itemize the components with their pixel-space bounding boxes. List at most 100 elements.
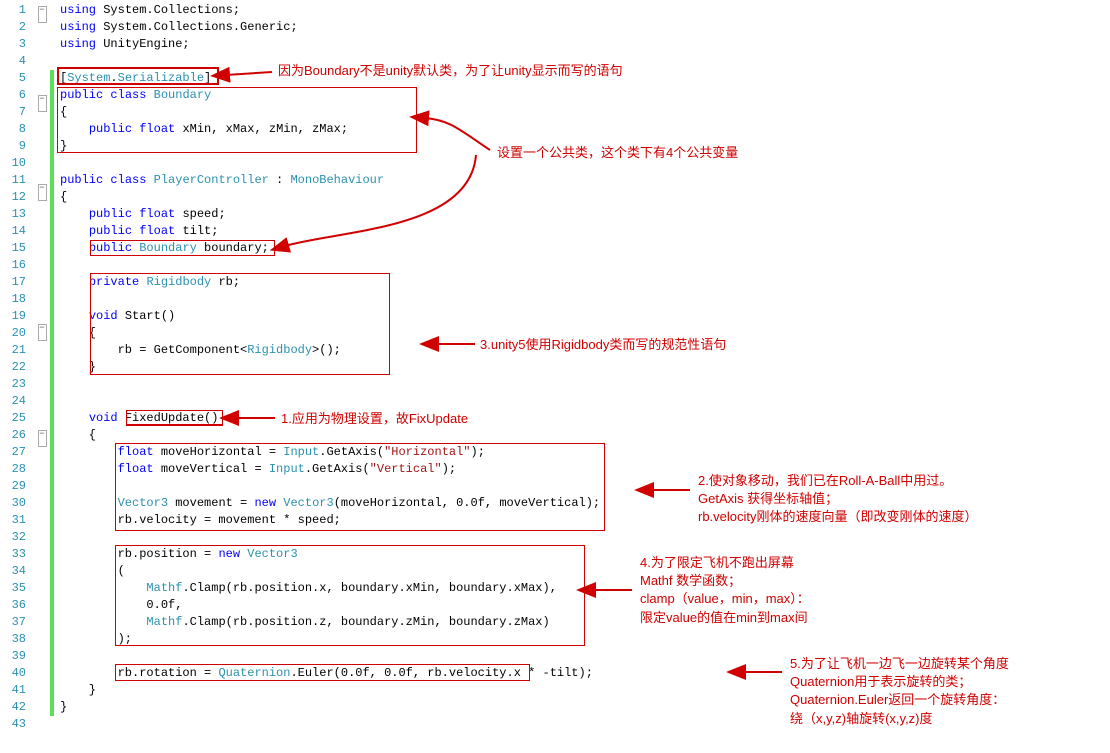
line-number: 41 [0,682,26,699]
code-line[interactable] [60,393,1110,410]
line-number: 38 [0,631,26,648]
fold-cell [34,549,50,566]
line-number: 10 [0,155,26,172]
code-line[interactable] [60,257,1110,274]
code-line[interactable]: void FixedUpdate() [60,410,1110,427]
code-line[interactable]: public float tilt; [60,223,1110,240]
line-number: 32 [0,529,26,546]
fold-cell [34,736,50,753]
code-line[interactable]: public Boundary boundary; [60,240,1110,257]
code-line[interactable]: { [60,325,1110,342]
code-line[interactable] [60,478,1110,495]
code-line[interactable]: rb.position = new Vector3 [60,546,1110,563]
code-line[interactable] [60,155,1110,172]
code-line[interactable] [60,648,1110,665]
code-line[interactable]: using UnityEngine; [60,36,1110,53]
code-line[interactable]: Mathf.Clamp(rb.position.z, boundary.zMin… [60,614,1110,631]
code-line[interactable]: rb.rotation = Quaternion.Euler(0.0f, 0.0… [60,665,1110,682]
code-line[interactable] [60,376,1110,393]
fold-cell [34,23,50,40]
code-line[interactable]: ); [60,631,1110,648]
code-line[interactable]: rb = GetComponent<Rigidbody>(); [60,342,1110,359]
code-line[interactable]: private Rigidbody rb; [60,274,1110,291]
fold-cell [34,163,50,180]
line-number: 9 [0,138,26,155]
code-line[interactable]: Vector3 movement = new Vector3(moveHoriz… [60,495,1110,512]
line-number: 40 [0,665,26,682]
fold-cell [34,617,50,634]
code-line[interactable]: rb.velocity = movement * speed; [60,512,1110,529]
line-number: 33 [0,546,26,563]
code-line[interactable]: float moveVertical = Input.GetAxis("Vert… [60,461,1110,478]
line-number: 26 [0,427,26,444]
fold-cell [34,201,50,218]
code-line[interactable]: Mathf.Clamp(rb.position.x, boundary.xMin… [60,580,1110,597]
line-number: 8 [0,121,26,138]
fold-cell [34,583,50,600]
fold-cell [34,668,50,685]
code-line[interactable]: { [60,427,1110,444]
line-number: 43 [0,716,26,733]
fold-cell [34,409,50,426]
code-editor: 1234567891011121314151617181920212223242… [0,0,1110,727]
fold-cell [34,702,50,719]
line-number: 21 [0,342,26,359]
code-area[interactable]: using System.Collections;using System.Co… [54,0,1110,727]
fold-cell [34,651,50,668]
code-line[interactable]: void Start() [60,308,1110,325]
fold-column[interactable]: − − − − − [34,0,50,727]
code-line[interactable] [60,716,1110,733]
code-line[interactable]: [System.Serializable] [60,70,1110,87]
code-line[interactable]: float moveHorizontal = Input.GetAxis("Ho… [60,444,1110,461]
code-line[interactable] [60,529,1110,546]
fold-toggle-icon[interactable]: − [38,184,47,201]
code-line[interactable]: using System.Collections.Generic; [60,19,1110,36]
code-line[interactable]: using System.Collections; [60,2,1110,19]
line-number: 27 [0,444,26,461]
code-line[interactable]: } [60,699,1110,716]
fold-cell [34,40,50,57]
fold-cell[interactable]: − [34,324,50,341]
line-number: 31 [0,512,26,529]
fold-cell [34,74,50,91]
line-number: 35 [0,580,26,597]
fold-cell [34,129,50,146]
fold-toggle-icon[interactable]: − [38,430,47,447]
fold-cell[interactable]: − [34,95,50,112]
fold-cell [34,481,50,498]
line-number: 16 [0,257,26,274]
line-number: 4 [0,53,26,70]
code-line[interactable] [60,53,1110,70]
code-line[interactable] [60,291,1110,308]
line-number: 3 [0,36,26,53]
code-line[interactable]: } [60,359,1110,376]
fold-cell [34,252,50,269]
fold-cell[interactable]: − [34,430,50,447]
fold-toggle-icon[interactable]: − [38,95,47,112]
code-line[interactable]: { [60,189,1110,206]
line-number: 29 [0,478,26,495]
code-line[interactable]: 0.0f, [60,597,1110,614]
code-line[interactable]: } [60,138,1110,155]
fold-cell [34,566,50,583]
line-number: 2 [0,19,26,36]
fold-cell [34,218,50,235]
fold-cell [34,532,50,549]
code-line[interactable]: { [60,104,1110,121]
line-number: 23 [0,376,26,393]
code-line[interactable]: public float xMin, xMax, zMin, zMax; [60,121,1110,138]
fold-cell [34,235,50,252]
code-line[interactable]: } [60,682,1110,699]
code-line[interactable]: ( [60,563,1110,580]
fold-cell[interactable]: − [34,6,50,23]
fold-cell [34,341,50,358]
fold-toggle-icon[interactable]: − [38,324,47,341]
code-line[interactable]: public float speed; [60,206,1110,223]
code-line[interactable]: public class Boundary [60,87,1110,104]
fold-cell[interactable]: − [34,184,50,201]
fold-toggle-icon[interactable]: − [38,6,47,23]
code-line[interactable]: public class PlayerController : MonoBeha… [60,172,1110,189]
line-number: 12 [0,189,26,206]
line-number: 7 [0,104,26,121]
line-number: 18 [0,291,26,308]
